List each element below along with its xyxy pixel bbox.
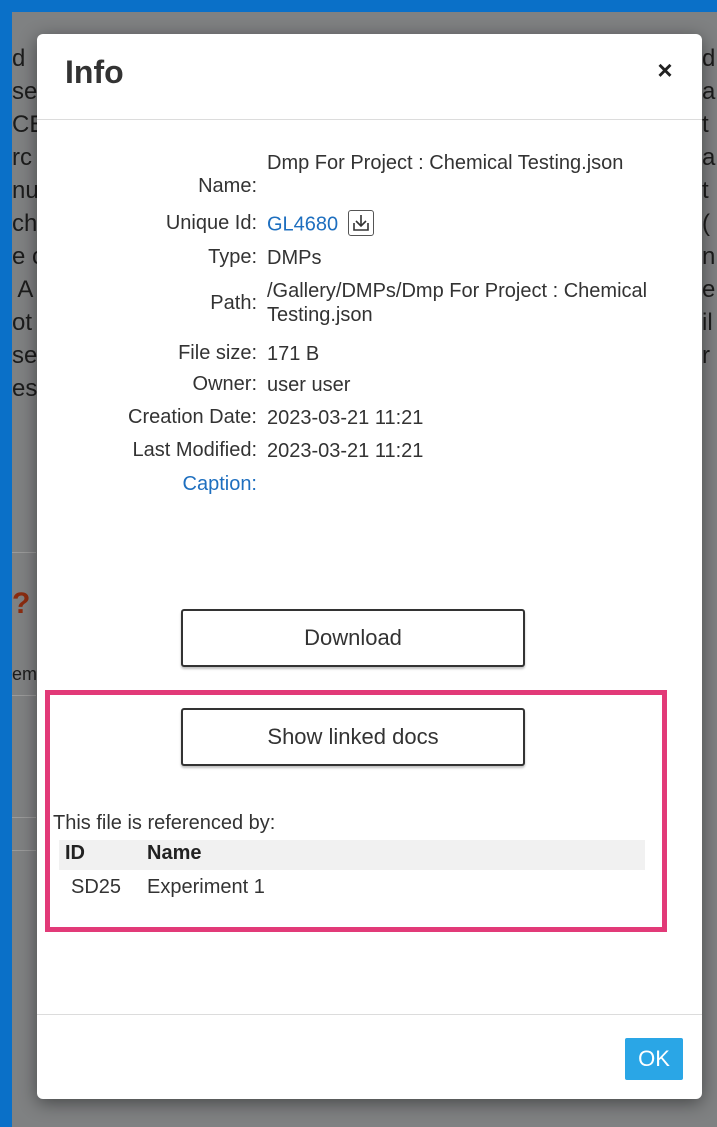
ref-row-name: Experiment 1 bbox=[147, 876, 265, 898]
info-label: Path: bbox=[210, 292, 257, 314]
info-value: 171 B bbox=[267, 343, 320, 365]
info-row-caption: Caption: bbox=[37, 470, 702, 504]
download-button[interactable]: Download bbox=[181, 609, 525, 667]
info-value: 2023-03-21 11:21 bbox=[267, 440, 424, 462]
info-value: 2023-03-21 11:21 bbox=[267, 407, 424, 429]
info-label: Owner: bbox=[192, 373, 257, 395]
ref-row-id-link[interactable]: SD25 bbox=[71, 876, 121, 899]
ref-table-header: ID Name bbox=[59, 840, 645, 870]
info-row-owner: Owner: user user bbox=[37, 370, 702, 403]
info-label: Name: bbox=[198, 175, 257, 197]
info-row-file-size: File size: 171 B bbox=[37, 339, 702, 370]
info-value: user user bbox=[267, 374, 351, 396]
file-info-table: Name: Dmp For Project : Chemical Testing… bbox=[37, 151, 702, 504]
background-divider bbox=[12, 695, 36, 696]
info-value: /Gallery/DMPs/Dmp For Project : Chemical… bbox=[267, 280, 648, 326]
info-label: Unique Id: bbox=[165, 212, 257, 234]
referenced-by-title: This file is referenced by: bbox=[53, 812, 276, 834]
background-divider bbox=[12, 552, 36, 553]
info-label: File size: bbox=[178, 342, 257, 364]
info-value: GL4680 bbox=[267, 210, 667, 238]
info-row-unique-id: Unique Id: GL4680 bbox=[37, 207, 702, 241]
background-right-text: d a t a t ( n e il r bbox=[702, 45, 716, 369]
ok-button[interactable]: OK bbox=[625, 1038, 683, 1080]
dialog-title: Info bbox=[65, 54, 124, 90]
download-icon[interactable] bbox=[347, 210, 374, 236]
info-value: Dmp For Project : Chemical Testing.json bbox=[267, 152, 624, 174]
background-question-mark: ? bbox=[12, 587, 31, 620]
dialog-header: Info × bbox=[37, 34, 702, 120]
info-row-creation-date: Creation Date: 2023-03-21 11:21 bbox=[37, 403, 702, 436]
info-row-path: Path: /Gallery/DMPs/Dmp For Project : Ch… bbox=[37, 274, 702, 339]
caption-link[interactable]: Caption: bbox=[183, 473, 258, 496]
background-divider bbox=[12, 850, 36, 851]
ref-header-name: Name bbox=[147, 842, 202, 864]
info-label: Creation Date: bbox=[128, 406, 257, 428]
background-divider bbox=[12, 817, 36, 818]
ref-header-id: ID bbox=[65, 842, 85, 864]
info-value: DMPs bbox=[267, 247, 322, 269]
close-icon[interactable]: × bbox=[653, 57, 677, 83]
info-dialog: Info × Name: Dmp For Project : Chemical … bbox=[37, 34, 702, 1099]
show-linked-docs-button[interactable]: Show linked docs bbox=[181, 708, 525, 766]
info-row-name: Name: Dmp For Project : Chemical Testing… bbox=[37, 151, 702, 207]
info-row-type: Type: DMPs bbox=[37, 241, 702, 274]
info-label: Type: bbox=[208, 246, 257, 268]
info-row-last-modified: Last Modified: 2023-03-21 11:21 bbox=[37, 436, 702, 470]
background-em-text: em bbox=[12, 664, 38, 684]
info-label: Last Modified: bbox=[132, 439, 257, 461]
unique-id-link[interactable]: GL4680 bbox=[267, 213, 338, 235]
dialog-footer bbox=[37, 1014, 702, 1100]
